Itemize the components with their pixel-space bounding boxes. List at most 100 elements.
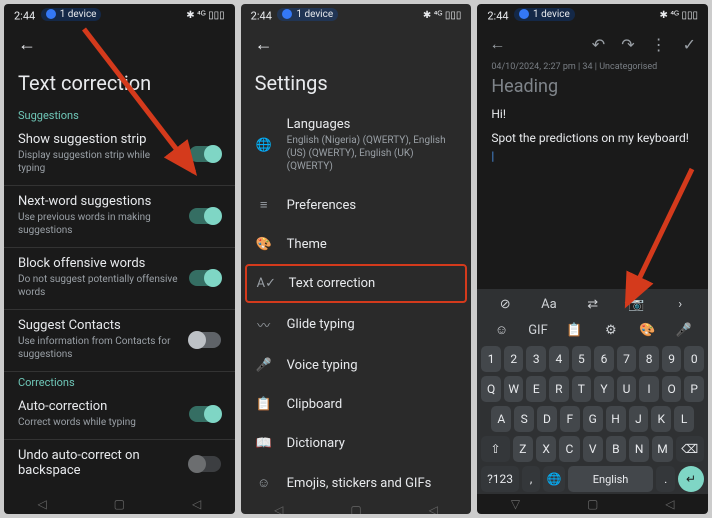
key-7[interactable]: 7 <box>617 346 637 372</box>
approve-icon[interactable]: ⊘ <box>494 297 516 312</box>
settings-clipboard[interactable]: 📋 Clipboard <box>241 385 472 424</box>
key-h[interactable]: H <box>606 406 626 432</box>
settings-voice[interactable]: 🎤 Voice typing <box>241 346 472 385</box>
key-i[interactable]: I <box>639 376 659 402</box>
gif-icon[interactable]: GIF <box>527 323 549 338</box>
settings-glide[interactable]: 〰 Glide typing <box>241 303 472 346</box>
clipboard-icon[interactable]: 📋 <box>563 323 585 338</box>
nav-recent-icon[interactable]: ◁ <box>665 497 674 511</box>
settings-text-correction[interactable]: A✓ Text correction <box>245 264 468 303</box>
row-block-offensive[interactable]: Block offensive words Do not suggest pot… <box>4 248 235 310</box>
key-v[interactable]: V <box>583 436 603 462</box>
gear-icon[interactable]: ⚙ <box>600 323 622 338</box>
key-4[interactable]: 4 <box>549 346 569 372</box>
settings-dictionary[interactable]: 📖 Dictionary <box>241 424 472 463</box>
palette-icon[interactable]: 🎨 <box>636 323 658 338</box>
key-u[interactable]: U <box>617 376 637 402</box>
note-line[interactable]: Hi! <box>477 105 708 123</box>
key-symbols[interactable]: ?123 <box>481 466 518 492</box>
key-n[interactable]: N <box>629 436 649 462</box>
row-title: Languages <box>287 117 458 132</box>
key-s[interactable]: S <box>514 406 534 432</box>
key-6[interactable]: 6 <box>594 346 614 372</box>
row-auto-correction[interactable]: Auto-correction Correct words while typi… <box>4 391 235 440</box>
nav-back-icon[interactable]: ▽ <box>511 497 520 511</box>
key-o[interactable]: O <box>662 376 682 402</box>
nav-recent-icon[interactable]: ◁ <box>192 497 201 511</box>
nav-home-icon[interactable]: ▢ <box>350 503 361 514</box>
key-y[interactable]: Y <box>594 376 614 402</box>
key-lang[interactable]: 🌐 <box>543 466 564 492</box>
key-8[interactable]: 8 <box>639 346 659 372</box>
key-g[interactable]: G <box>583 406 603 432</box>
camera-icon[interactable]: 📷 <box>625 297 647 312</box>
key-2[interactable]: 2 <box>504 346 524 372</box>
settings-languages[interactable]: 🌐 Languages English (Nigeria) (QWERTY), … <box>241 105 472 185</box>
key-z[interactable]: Z <box>513 436 533 462</box>
nav-recent-icon[interactable]: ◁ <box>429 503 438 514</box>
key-a[interactable]: A <box>491 406 511 432</box>
row-undo-autocorrect[interactable]: Undo auto-correct on backspace <box>4 440 235 490</box>
settings-theme[interactable]: 🎨 Theme <box>241 225 472 264</box>
settings-preferences[interactable]: ≡ Preferences <box>241 185 472 225</box>
status-bar: 2:44 1 device ✱ ⁴ᴳ ▯▯▯ <box>477 4 708 26</box>
key-k[interactable]: K <box>651 406 671 432</box>
sticker-icon[interactable]: ☺ <box>491 322 513 338</box>
toggle-suggest-contacts[interactable] <box>189 332 221 348</box>
key-shift[interactable]: ⇧ <box>481 436 509 462</box>
row-sub: Use information from Contacts for sugges… <box>18 335 179 361</box>
key-5[interactable]: 5 <box>572 346 592 372</box>
key-j[interactable]: J <box>629 406 649 432</box>
key-3[interactable]: 3 <box>526 346 546 372</box>
row-suggest-contacts[interactable]: Suggest Contacts Use information from Co… <box>4 310 235 372</box>
toggle-block-offensive[interactable] <box>189 270 221 286</box>
row-next-word[interactable]: Next-word suggestions Use previous words… <box>4 186 235 248</box>
key-l[interactable]: L <box>674 406 694 432</box>
check-icon[interactable]: ✓ <box>683 35 696 54</box>
settings-emoji[interactable]: ☺ Emojis, stickers and GIFs <box>241 463 472 503</box>
key-m[interactable]: M <box>652 436 672 462</box>
key-w[interactable]: W <box>504 376 524 402</box>
toggle-undo-autocorrect[interactable] <box>189 456 221 472</box>
toggle-next-word[interactable] <box>189 208 221 224</box>
key-space[interactable]: English <box>568 466 654 492</box>
back-icon[interactable]: ← <box>255 34 273 55</box>
key-x[interactable]: X <box>536 436 556 462</box>
toggle-auto-correction[interactable] <box>189 406 221 422</box>
key-9[interactable]: 9 <box>662 346 682 372</box>
key-q[interactable]: Q <box>481 376 501 402</box>
redo-icon[interactable]: ↷ <box>621 35 634 54</box>
key-e[interactable]: E <box>526 376 546 402</box>
key-period[interactable]: . <box>656 466 675 492</box>
nav-back-icon[interactable]: ◁ <box>274 503 283 514</box>
more-icon[interactable]: ⋮ <box>651 35 667 54</box>
key-r[interactable]: R <box>549 376 569 402</box>
key-p[interactable]: P <box>684 376 704 402</box>
key-t[interactable]: T <box>572 376 592 402</box>
chevron-right-icon[interactable]: › <box>669 297 691 312</box>
back-icon[interactable]: ← <box>18 34 36 55</box>
back-icon[interactable]: ← <box>489 34 505 54</box>
nav-home-icon[interactable]: ▢ <box>114 497 125 511</box>
key-comma[interactable]: , <box>522 466 541 492</box>
note-line[interactable]: Spot the predictions on my keyboard! <box>477 129 708 147</box>
key-enter[interactable]: ↵ <box>678 466 704 492</box>
row-sub: English (Nigeria) (QWERTY), English (US)… <box>287 134 458 173</box>
key-c[interactable]: C <box>559 436 579 462</box>
arrows-icon[interactable]: ⇄ <box>582 297 604 312</box>
key-d[interactable]: D <box>537 406 557 432</box>
note-heading[interactable]: Heading <box>477 76 708 105</box>
toggle-suggestion-strip[interactable] <box>189 146 221 162</box>
key-backspace[interactable]: ⌫ <box>676 436 704 462</box>
key-0[interactable]: 0 <box>684 346 704 372</box>
undo-icon[interactable]: ↶ <box>592 35 605 54</box>
mic-icon[interactable]: 🎤 <box>673 323 695 338</box>
key-1[interactable]: 1 <box>481 346 501 372</box>
nav-back-icon[interactable]: ◁ <box>37 497 46 511</box>
key-f[interactable]: F <box>560 406 580 432</box>
nav-home-icon[interactable]: ▢ <box>587 497 598 511</box>
font-icon[interactable]: Aa <box>538 297 560 312</box>
key-b[interactable]: B <box>606 436 626 462</box>
row-title: Suggest Contacts <box>18 318 179 333</box>
row-suggestion-strip[interactable]: Show suggestion strip Display suggestion… <box>4 124 235 186</box>
